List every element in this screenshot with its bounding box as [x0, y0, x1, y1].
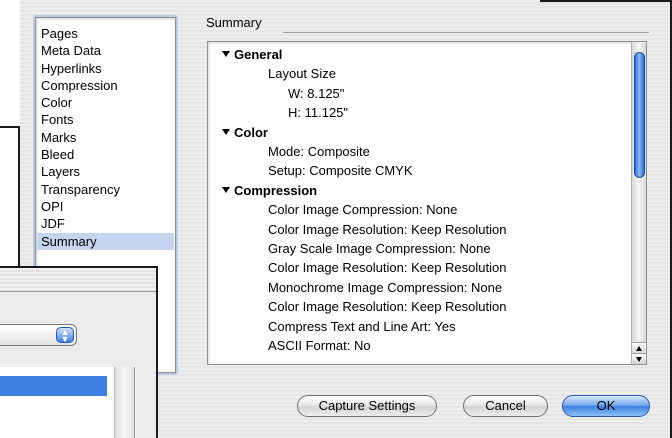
summary-group-rule [283, 32, 649, 33]
summary-detail-row: Color Image Resolution: Keep Resolution [268, 258, 506, 278]
foreground-window-titlebar[interactable] [0, 268, 156, 292]
disclosure-triangle-down-icon[interactable] [222, 186, 230, 193]
foreground-window: ▲ ▼ [0, 266, 158, 438]
summary-row-label: Setup: Composite CMYK [268, 163, 413, 179]
summary-group-label: Summary [206, 15, 262, 30]
summary-detail-row: Gray Scale Image Compression: None [268, 239, 491, 259]
category-item[interactable]: JDF [37, 215, 174, 232]
foreground-list[interactable] [0, 367, 135, 438]
up-down-arrows-icon: ▲ ▼ [56, 327, 74, 344]
disclosure-triangle-down-icon[interactable] [222, 128, 230, 135]
scroll-up-button[interactable] [632, 342, 646, 353]
summary-row-label: Compress Text and Line Art: Yes [268, 318, 456, 334]
summary-detail-row: H: 11.125" [288, 103, 348, 123]
category-item[interactable]: OPI [37, 198, 174, 215]
category-item[interactable]: Hyperlinks [37, 60, 174, 77]
ok-button[interactable]: OK [562, 395, 650, 417]
category-item[interactable]: Fonts [37, 111, 174, 128]
foreground-list-scrollbar[interactable] [114, 367, 134, 438]
category-item[interactable]: Color [37, 94, 174, 111]
window-top-edge [540, 0, 672, 2]
summary-row-label: Gray Scale Image Compression: None [268, 241, 491, 256]
summary-detail-row: Color Image Resolution: Keep Resolution [268, 220, 506, 240]
summary-tree: General Layout Size W: 8.125" H: 11.125" Col… [208, 42, 628, 364]
summary-detail-row: Monochrome Image Compression: None [268, 278, 502, 298]
summary-row-label: Layout Size [268, 66, 336, 82]
summary-scrollbar[interactable] [631, 42, 646, 364]
summary-detail-row: W: 8.125" [288, 84, 344, 104]
summary-row-label: Color Image Resolution: Keep Resolution [268, 299, 507, 315]
summary-detail-row: ASCII Format: No [268, 336, 371, 356]
summary-section-row[interactable]: Compression [222, 181, 317, 201]
summary-section-row[interactable]: General [222, 45, 282, 65]
capture-settings-button[interactable]: Capture Settings [297, 395, 437, 417]
category-item[interactable]: Meta Data [37, 42, 174, 59]
summary-row-label: Compression [234, 182, 318, 198]
summary-row-label: W: 8.125" [288, 85, 345, 101]
summary-detail-row: Color Image Compression: None [268, 200, 457, 220]
summary-detail-row: Mode: Composite [268, 142, 370, 162]
summary-section-row[interactable]: Color [222, 123, 268, 143]
category-item[interactable]: Pages [37, 25, 174, 42]
summary-row-label: H: 11.125" [288, 105, 349, 121]
category-item[interactable]: Marks [37, 129, 174, 146]
summary-row-label: Color Image Compression: None [268, 202, 458, 218]
category-item[interactable]: Summary [37, 232, 174, 250]
summary-row-label: ASCII Format: No [268, 338, 371, 353]
summary-row-label: Color Image Resolution: Keep Resolution [268, 260, 507, 276]
summary-detail-row: Layout Size [268, 64, 336, 84]
disclosure-triangle-down-icon[interactable] [222, 51, 230, 57]
cancel-button[interactable]: Cancel [463, 395, 548, 417]
summary-detail-row: Compress Text and Line Art: Yes [268, 317, 456, 337]
popup-menu[interactable]: ▲ ▼ [0, 324, 77, 346]
category-item[interactable]: Compression [37, 77, 174, 94]
summary-row-label: Color Image Resolution: Keep Resolution [268, 221, 507, 237]
background-window [0, 0, 20, 128]
scroll-thumb[interactable] [634, 52, 645, 178]
selected-list-row[interactable] [0, 376, 107, 396]
summary-row-label: Monochrome Image Compression: None [268, 279, 503, 295]
summary-detail-row: Color Image Resolution: Keep Resolution [268, 297, 506, 317]
summary-row-label: General [234, 47, 283, 62]
summary-row-label: Mode: Composite [268, 144, 370, 159]
scroll-down-button[interactable] [632, 353, 646, 364]
category-item[interactable]: Bleed [37, 146, 174, 163]
arrow-down-icon [636, 357, 642, 362]
summary-outline-view[interactable]: General Layout Size W: 8.125" H: 11.125" Col… [207, 41, 647, 365]
category-item[interactable]: Transparency [37, 181, 174, 198]
summary-detail-row: Setup: Composite CMYK [268, 161, 413, 181]
summary-row-label: Color [234, 124, 268, 140]
category-item[interactable]: Layers [37, 163, 174, 180]
arrow-up-icon [636, 346, 642, 351]
